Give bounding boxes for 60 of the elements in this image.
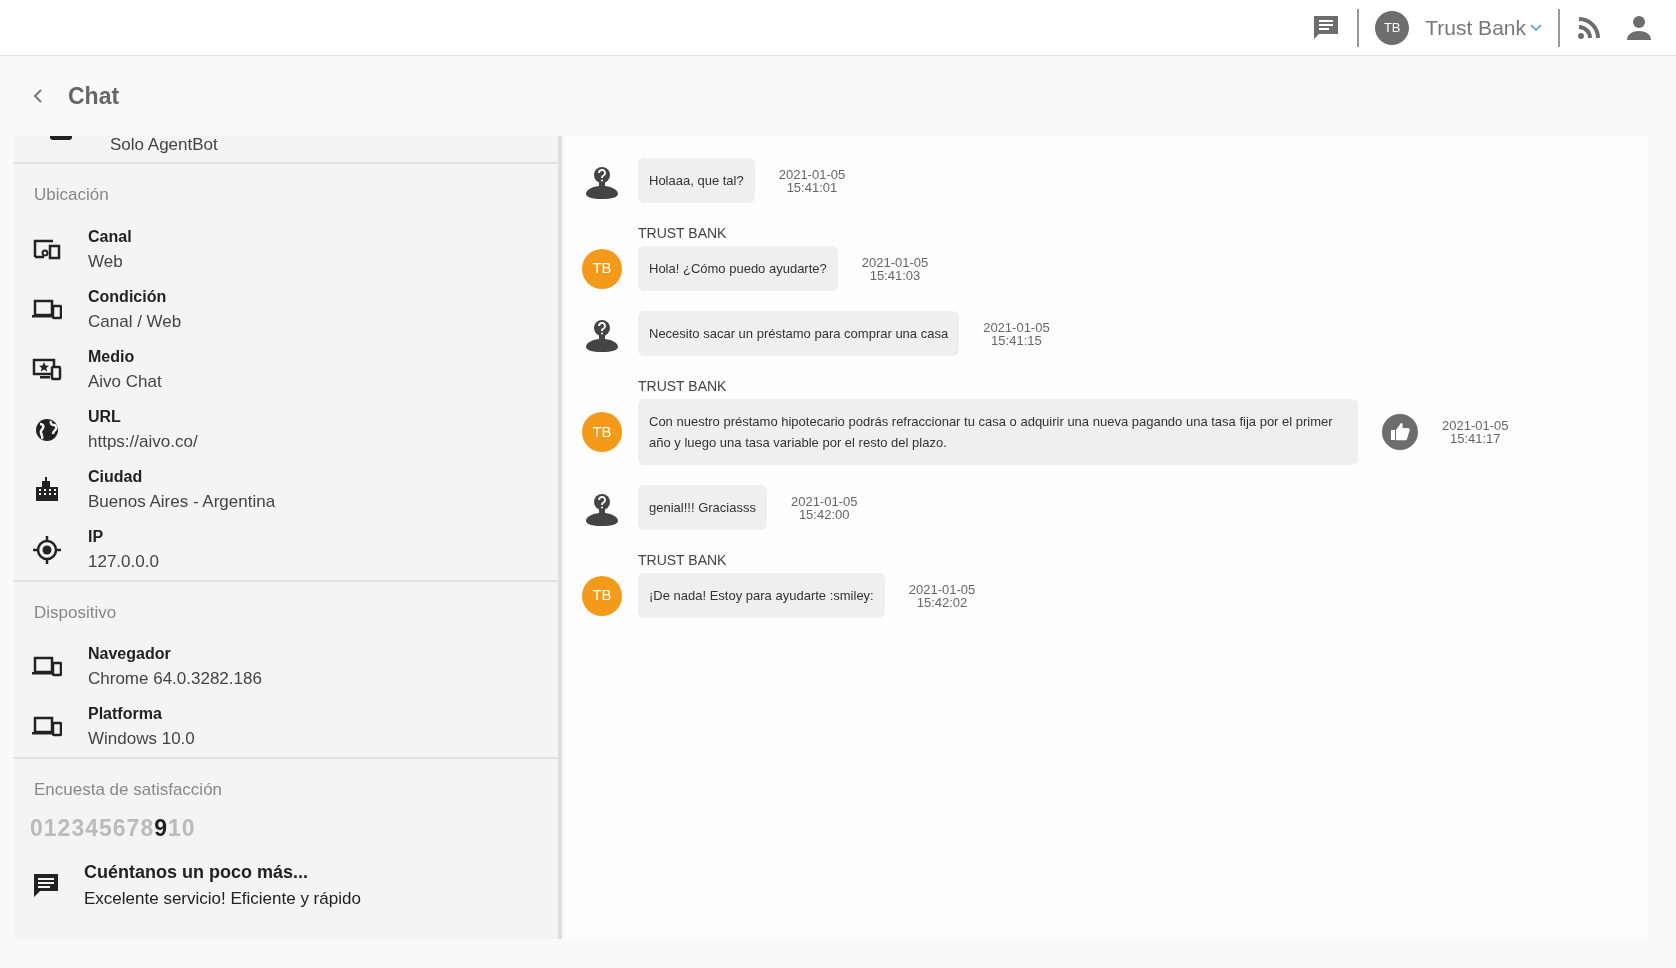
info-value: Windows 10.0 xyxy=(88,728,195,751)
rating-score[interactable]: 3 xyxy=(71,810,86,845)
sender-name: TRUST BANK xyxy=(638,551,728,570)
info-label: URL xyxy=(88,406,122,427)
message-bubble: Con nuestro préstamo hipotecario podrás refraccionar tu casa o adquirir una nueva pagando una tasa fija por el primer año y luego una tasa variable por el resto del plazo. xyxy=(638,399,1358,465)
message-bubble: Necesito sacar un préstamo para comprar una casa xyxy=(638,311,960,356)
comment-title: Cuéntanos un poco más... xyxy=(84,861,310,884)
info-label: Navegador xyxy=(88,644,172,665)
comment-icon xyxy=(32,871,60,900)
info-value: Buenos Aires - Argentina xyxy=(88,490,276,513)
rating-score[interactable]: 4 xyxy=(85,810,99,845)
rating-score[interactable]: 8 xyxy=(140,810,155,845)
back-icon[interactable] xyxy=(32,88,44,104)
timestamp: 2021-01-05 15:42:02 xyxy=(908,582,976,609)
rss-icon[interactable] xyxy=(1576,14,1602,41)
page-title: Chat xyxy=(68,81,120,111)
sender-name: TRUST BANK xyxy=(638,224,728,243)
rating-score[interactable]: 5 xyxy=(99,810,113,845)
info-value: Canal / Web xyxy=(88,310,182,333)
rating-score[interactable]: 10 xyxy=(167,810,196,845)
section-title: Dispositivo xyxy=(33,601,118,624)
user-icon[interactable] xyxy=(1626,14,1652,41)
section-title: Ubicación xyxy=(33,184,110,206)
bot-avatar: TB xyxy=(582,412,622,452)
comment-text: Excelente servicio! Eficiente y rápido xyxy=(84,888,361,910)
info-label: Medio xyxy=(88,346,136,367)
account-menu[interactable]: Trust Bank xyxy=(1425,11,1526,44)
timestamp: 2021-01-05 15:41:01 xyxy=(778,167,846,194)
message-bubble: Holaaa, que tal? xyxy=(638,158,755,203)
bot-avatar: TB xyxy=(582,248,622,289)
message-bubble: ¡De nada! Estoy para ayudarte :smiley: xyxy=(638,573,885,618)
info-value: Chrome 64.0.3282.186 xyxy=(88,668,262,691)
info-value: https://aivo.co/ xyxy=(88,430,198,453)
rating-score[interactable]: 0 xyxy=(30,810,44,845)
rating-score[interactable]: 7 xyxy=(126,810,141,845)
info-label: Ciudad xyxy=(88,466,144,487)
timestamp: 2021-01-05 15:41:03 xyxy=(861,255,929,282)
message-bubble: genial!!! Graciasss xyxy=(638,485,767,530)
info-value: Web xyxy=(88,250,124,273)
timestamp: 2021-01-05 15:41:17 xyxy=(1442,419,1509,445)
timestamp: 2021-01-05 15:42:00 xyxy=(790,494,858,521)
info-value: 127.0.0.0 xyxy=(88,550,159,573)
info-label: Platforma xyxy=(88,704,163,725)
section-title: Encuesta de satisfacción xyxy=(33,779,224,801)
info-label: Canal xyxy=(88,226,132,247)
sender-name: TRUST BANK xyxy=(638,377,728,396)
rating-score[interactable]: 6 xyxy=(112,810,127,845)
info-value: Aivo Chat xyxy=(88,370,162,393)
message-bubble: Hola! ¿Cómo puedo ayudarte? xyxy=(638,246,838,291)
bot-avatar: TB xyxy=(582,575,622,616)
info-value: Solo AgentBot xyxy=(110,136,218,156)
rating-score[interactable]: 2 xyxy=(57,810,72,845)
info-label: IP xyxy=(88,526,105,547)
timestamp: 2021-01-05 15:41:15 xyxy=(983,320,1050,347)
rating-score[interactable]: 1 xyxy=(43,810,58,845)
rating-score[interactable]: 9 xyxy=(154,810,168,845)
target-icon xyxy=(32,534,62,565)
chevron-down-icon[interactable] xyxy=(1530,23,1542,32)
info-label: Condición xyxy=(88,286,168,307)
account-avatar: TB xyxy=(1375,10,1410,45)
